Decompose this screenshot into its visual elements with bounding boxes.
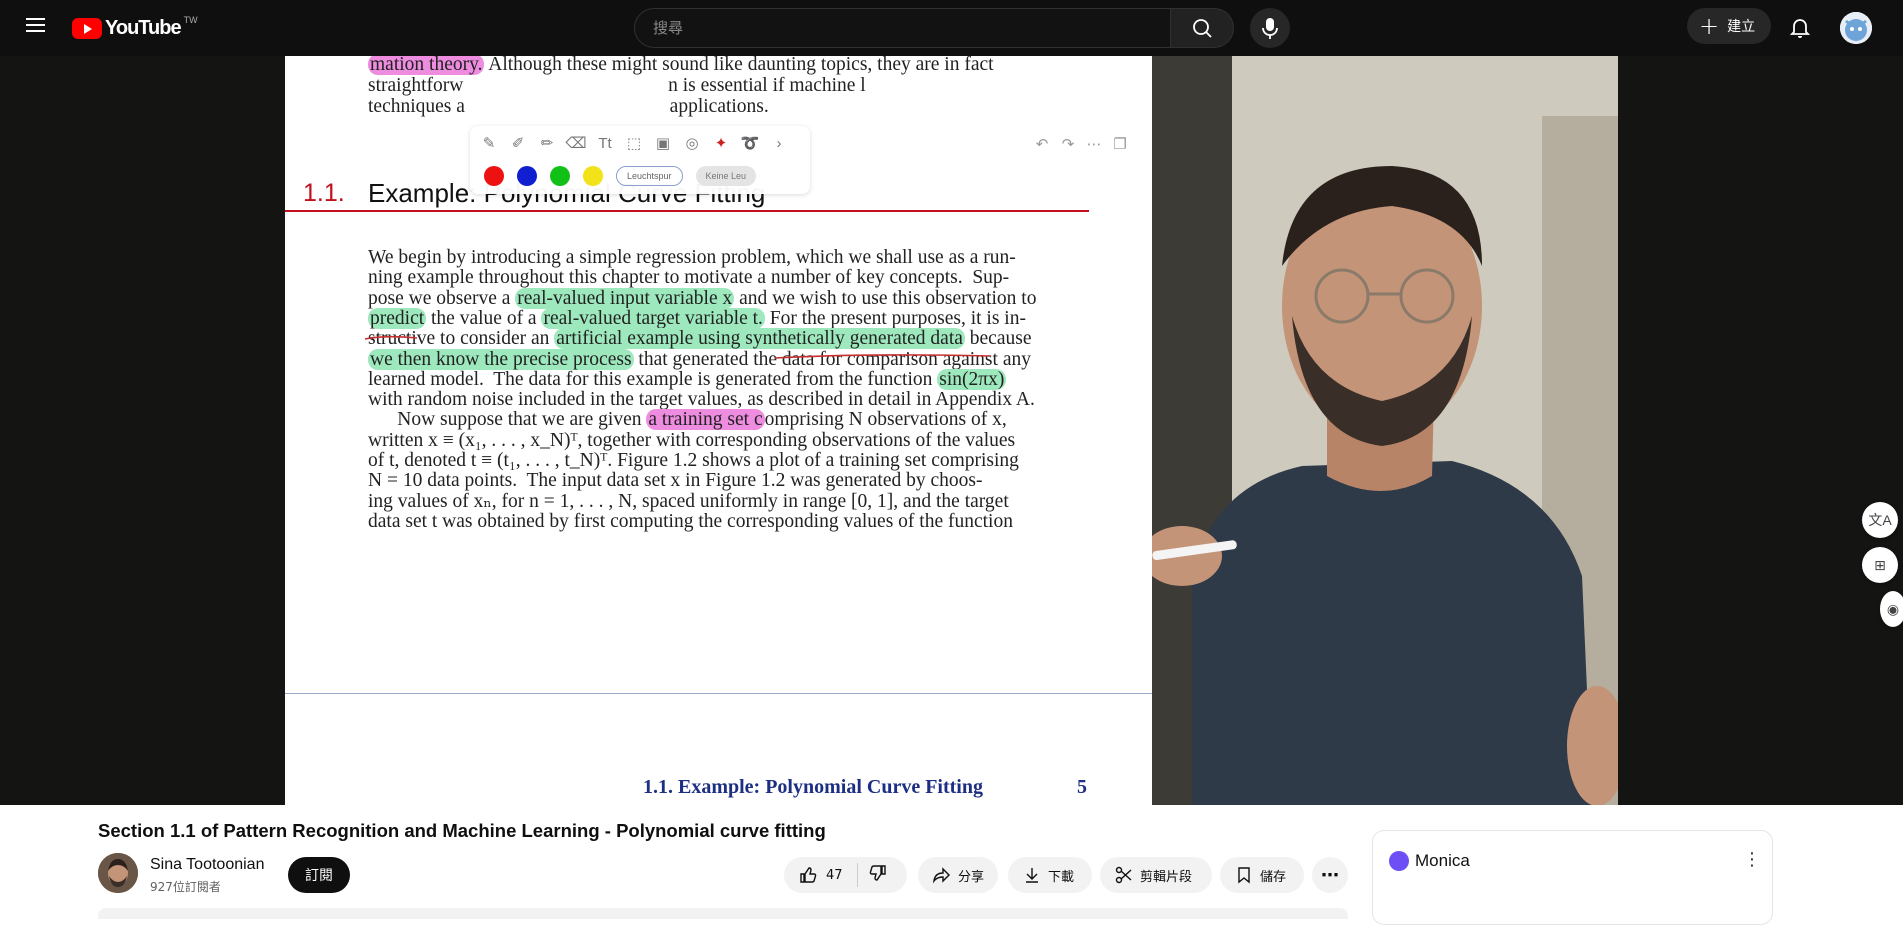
scissors-icon [1115,866,1132,884]
stroke-style-pill-2[interactable]: Keine Leu [695,166,757,186]
lasso-icon[interactable]: ➰ [739,134,761,154]
copy-icon[interactable]: ❐ [1110,135,1130,153]
more-horizontal-icon: ⋯ [1321,864,1339,886]
like-count: 47 [826,867,843,883]
select-box-icon[interactable]: ⬚ [623,134,645,154]
more-actions-button[interactable]: ⋯ [1312,857,1348,893]
microphone-icon [1262,18,1278,39]
monica-side-icon[interactable]: ◉ [1880,591,1903,627]
description-box[interactable] [98,908,1348,919]
highlighter-icon[interactable]: ✏ [536,134,558,154]
masthead: YouTube TW + 建立 [0,0,1903,56]
color-blue-swatch[interactable] [517,166,537,186]
logo-region: TW [183,15,198,25]
download-label: 下載 [1048,869,1075,885]
laser-pointer-icon[interactable]: ✦ [710,134,732,154]
annotation-toolbar-right: ↶ ↷ ⋯ ❐ [1022,126,1142,162]
save-label: 儲存 [1260,869,1287,885]
share-label: 分享 [958,869,985,885]
create-label: 建立 [1727,19,1756,35]
running-head: 1.1. Example: Polynomial Curve Fitting [643,776,983,798]
pencil-icon[interactable]: ✎ [478,134,500,154]
search-button[interactable] [1170,8,1234,48]
video-title: Section 1.1 of Pattern Recognition and M… [98,820,826,841]
image-icon[interactable]: ▣ [652,134,674,154]
translate-icon[interactable]: 文A [1862,502,1898,538]
menu-icon-bar [26,30,45,32]
channel-name[interactable]: Sina Tootoonian [150,856,264,874]
webcam-feed [1152,56,1618,805]
like-button[interactable]: 47 [784,865,843,885]
clip-button[interactable]: 剪輯片段 [1100,857,1212,893]
monica-label: Monica [1415,851,1470,870]
channel-avatar-image [98,853,138,893]
eraser-icon[interactable]: ⌫ [565,134,587,154]
thumbs-down-icon [869,865,886,881]
undo-icon[interactable]: ↶ [1032,135,1052,153]
thumbs-up-icon [800,867,817,883]
menu-icon-bar [26,18,45,20]
more-options-icon[interactable]: ⋯ [1084,135,1104,153]
voice-search-button[interactable] [1250,8,1290,48]
search-box [634,8,1171,48]
save-button[interactable]: 儲存 [1220,857,1304,893]
menu-icon-bar [26,24,45,26]
presenter-image [1152,56,1618,805]
notifications-button[interactable] [1780,10,1820,46]
search-icon [1193,19,1212,38]
chevron-right-icon[interactable]: › [768,134,790,154]
create-button[interactable]: + 建立 [1687,8,1771,44]
apps-grid-icon[interactable]: ⊞ [1862,547,1898,583]
monica-panel: Monica ⋮ [1372,830,1773,925]
video-player[interactable]: mation theory. Although these might soun… [0,56,1903,805]
clip-label: 剪輯片段 [1140,869,1193,885]
microphone-icon[interactable]: ◎ [681,134,703,154]
bookmark-icon [1238,867,1250,884]
download-icon [1026,868,1038,883]
kebab-menu-icon[interactable]: ⋮ [1743,849,1761,870]
pdf-body-line: data set t was obtained by first computi… [368,510,1091,535]
plus-icon: + [1699,12,1720,40]
redo-icon[interactable]: ↷ [1058,135,1078,153]
cat-avatar-icon [1840,12,1872,44]
youtube-logo[interactable]: YouTube TW [72,15,198,41]
guide-menu-button[interactable] [20,14,52,42]
account-avatar[interactable] [1840,12,1872,44]
text-icon[interactable]: Tt [594,134,616,154]
share-button[interactable]: 分享 [918,857,998,893]
like-dislike-group: 47 [784,857,907,893]
subscribe-button[interactable]: 訂閱 [288,857,350,893]
download-button[interactable]: 下載 [1008,857,1092,893]
color-green-swatch[interactable] [550,166,570,186]
play-logo-icon [72,17,102,39]
pen-icon[interactable]: ✐ [507,134,529,154]
monica-logo-icon [1389,851,1409,871]
annotation-toolbar: ✎ ✐ ✏ ⌫ Tt ⬚ ▣ ◎ ✦ ➰ › Leuchtspur Keine … [470,126,810,194]
pdf-text: data set t was obtained by first computi… [368,510,1013,532]
page-break-line [285,693,1152,694]
pdf-text: ing values of xₙ, for n = 1, . . . , N, … [368,490,1009,512]
bell-icon [1789,19,1811,38]
channel-avatar[interactable] [98,853,138,893]
stroke-style-pill[interactable]: Leuchtspur [616,166,683,186]
color-yellow-swatch[interactable] [583,166,603,186]
color-red-swatch[interactable] [484,166,504,186]
logo-text: YouTube [105,16,182,39]
ink-underlines [364,335,991,359]
subscriber-count: 927位訂閱者 [150,880,221,894]
share-icon [932,867,950,884]
dislike-button[interactable] [858,863,888,887]
page-number: 5 [1077,776,1087,798]
search-input[interactable] [635,9,1170,47]
